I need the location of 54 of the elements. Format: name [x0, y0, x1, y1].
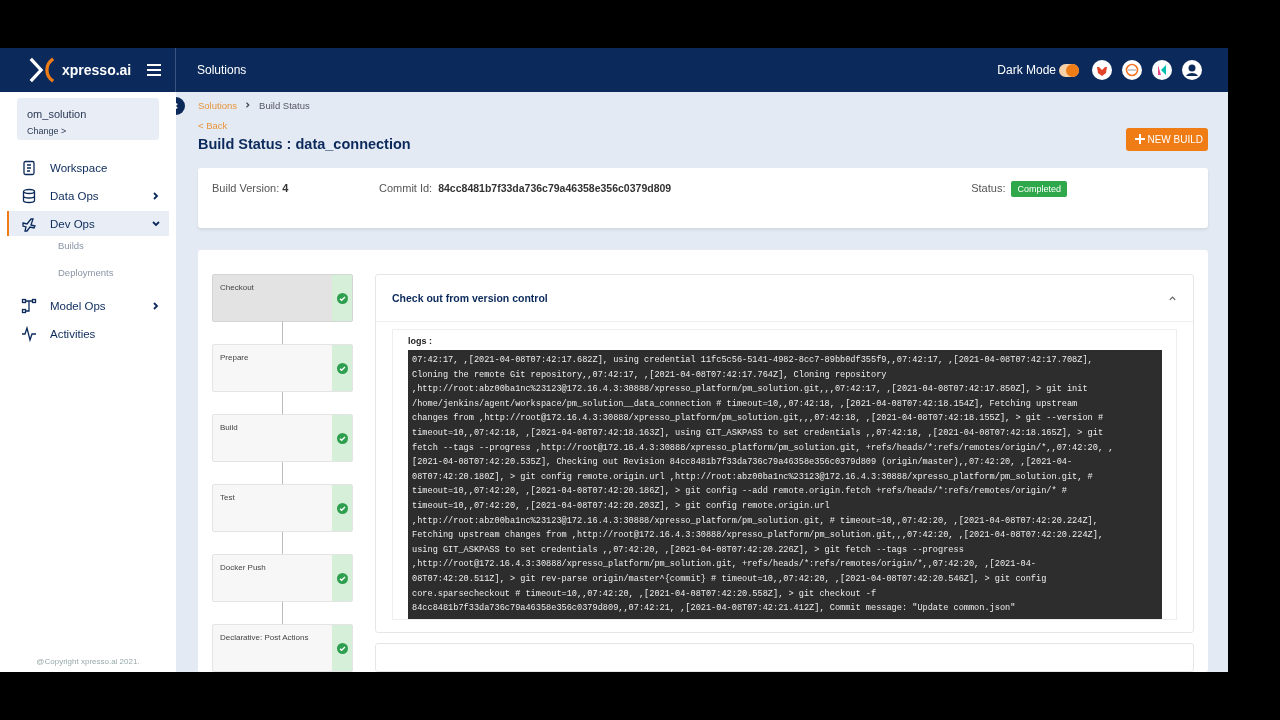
- stage-name: Declarative: Post Actions: [219, 632, 310, 644]
- commit-id: 84cc8481b7f33da736c79a46358e356c0379d809: [438, 182, 672, 194]
- airplane-icon: [21, 215, 37, 232]
- plus-icon: [1135, 134, 1146, 144]
- stage-card[interactable]: Test: [212, 484, 353, 532]
- dark-mode-label: Dark Mode: [997, 63, 1056, 77]
- section-title: Solutions: [197, 63, 247, 77]
- stage-card[interactable]: Docker Push: [212, 554, 353, 602]
- breadcrumb-current: Build Status: [259, 99, 310, 111]
- solution-card[interactable]: om_solution Change >: [17, 98, 159, 140]
- status-label: Status:: [971, 182, 1006, 194]
- ring-icon[interactable]: [1122, 60, 1142, 80]
- logs-label: logs :: [408, 336, 432, 346]
- user-icon[interactable]: [1182, 60, 1202, 80]
- document-icon: [21, 159, 37, 176]
- log-output: 07:42:17, ,[2021-04-08T07:42:17.682Z], using credential 11fc5c56-5141-4982-8cc7-89bb0df355f9,,07:42:17, ,[2021-04-08T07:42:17.708Z], Cloning the remote Git repository,,07:42:17, ,[2021-04-08T07:42:17.764Z], Cloning repository ,http://root:abz00ba1nc%23123@172.16.4.3:30888/xpresso_platform/pm_solution.git,,,07:42:17, ,[2021-04-08T07:42:17.850Z], > git init /home/jenkins/agent/workspace/pm_solution__data_connection # timeout=10,,07:42:18, ,[2021-04-08T07:42:18.154Z], Fetching upstream changes from ,http://root@172.16.4.3:30888/xpresso_platform/pm_solution.git,,,07:42:18, ,[2021-04-08T07:42:18.155Z], > git --version # timeout=10,,07:42:18, ,[2021-04-08T07:42:18.163Z], using GIT_ASKPASS to set credentials ,,07:42:18, ,[2021-04-08T07:42:18.165Z], > git fetch --tags --progress ,http://root@172.16.4.3:30888/xpresso_platform/pm_solution.git, +refs/heads/*:refs/remotes/origin/*,,07:42:20, , [2021-04-08T07:42:20.535Z], Checking out Revision 84cc8481b7f33da736c79a46358e356c0379d809 (origin/master),,07:42:20, ,[2021-04- 08T07:42:20.180Z], > git config remote.origin.url ,http://root:abz00ba1nc%23123@172.16.4.3:30888/xpresso_platform/pm_solution.git, # timeout=10,,07:42:20, ,[2021-04-08T07:42:20.186Z], > git config --add remote.origin.fetch +refs/heads/*:refs/remotes/origin/* # timeout=10,,07:42:20, ,[2021-04-08T07:42:20.203Z], > git config remote.origin.url ,http://root:abz00ba1nc%23123@172.16.4.3:30888/xpresso_platform/pm_solution.git, # timeout=10,,07:42:20, ,[2021-04-08T07:42:20.224Z], Fetching upstream changes from ,http://root@172.16.4.3:30888/xpresso_platform/pm_solution.git,,,07:42:20, ,[2021-04-08T07:42:20.224Z], using GIT_ASKPASS to set credentials ,,07:42:20, ,[2021-04-08T07:42:20.226Z], > git fetch --tags --progress ,http://root@172.16.4.3:30888/xpresso_platform/pm_solution.git, +refs/heads/*:refs/remotes/origin/*,,07:42:20, ,[2021-04- 08T07:42:20.511Z], > git rev-parse origin/master^{commit} # timeout=10,,07:42:20, ,[2021-04-08T07:42:20.546Z], > git config core.sparsecheckout # timeout=10,,07:42:20, ,[2021-04-08T07:42:20.558Z], > git checkout -f 84cc8481b7f33da736c79a46358e356c0379d809,,07:42:21, ,[2021-04-08T07:42:21.412Z], Commit message: "Update common.json": [408, 350, 1162, 619]
- check-icon: [336, 362, 348, 374]
- stage-name: Docker Push: [219, 562, 267, 574]
- brand-name: xpresso.ai: [62, 62, 132, 78]
- nav-item[interactable]: Dev Ops: [7, 211, 169, 236]
- status-badge: Completed: [1011, 181, 1067, 197]
- check-icon: [336, 642, 348, 654]
- check-icon: [336, 292, 348, 304]
- stage-card[interactable]: Prepare: [212, 344, 353, 392]
- stage-name: Test: [219, 492, 236, 504]
- dark-mode-toggle[interactable]: [1059, 63, 1079, 77]
- check-icon: [336, 502, 348, 514]
- stage-name: Build: [219, 422, 239, 434]
- menu-icon[interactable]: [147, 64, 162, 76]
- nav-item[interactable]: Activities: [7, 321, 169, 346]
- copyright-text: @Copyright xpresso.ai 2021.: [36, 657, 140, 666]
- k-icon[interactable]: [1152, 60, 1172, 80]
- pulse-icon: [21, 325, 37, 342]
- database-icon: [21, 187, 37, 204]
- check-icon: [336, 432, 348, 444]
- nav-item[interactable]: Data Ops: [7, 183, 169, 208]
- commit-label: Commit Id:: [379, 182, 433, 194]
- fox-icon[interactable]: [1092, 60, 1112, 80]
- build-version: Build Version: 4: [212, 182, 290, 194]
- page-title: Build Status : data_connection: [198, 136, 411, 152]
- nav-item[interactable]: Workspace: [7, 155, 169, 180]
- logo-icon: [28, 56, 56, 84]
- stage-card[interactable]: Checkout: [212, 274, 353, 322]
- stage-panel-header[interactable]: Check out from version control: [376, 275, 1193, 322]
- solution-name: om_solution: [27, 108, 88, 120]
- stage-name: Prepare: [219, 352, 250, 364]
- nav-item[interactable]: Model Ops: [7, 293, 169, 318]
- change-link[interactable]: Change >: [27, 126, 149, 136]
- stage-name: Checkout: [219, 282, 255, 294]
- check-icon: [336, 572, 348, 584]
- chevron-right-icon: [245, 102, 252, 108]
- flow-icon: [21, 297, 37, 314]
- stage-card[interactable]: Build: [212, 414, 353, 462]
- stage-card[interactable]: Declarative: Post Actions: [212, 624, 353, 672]
